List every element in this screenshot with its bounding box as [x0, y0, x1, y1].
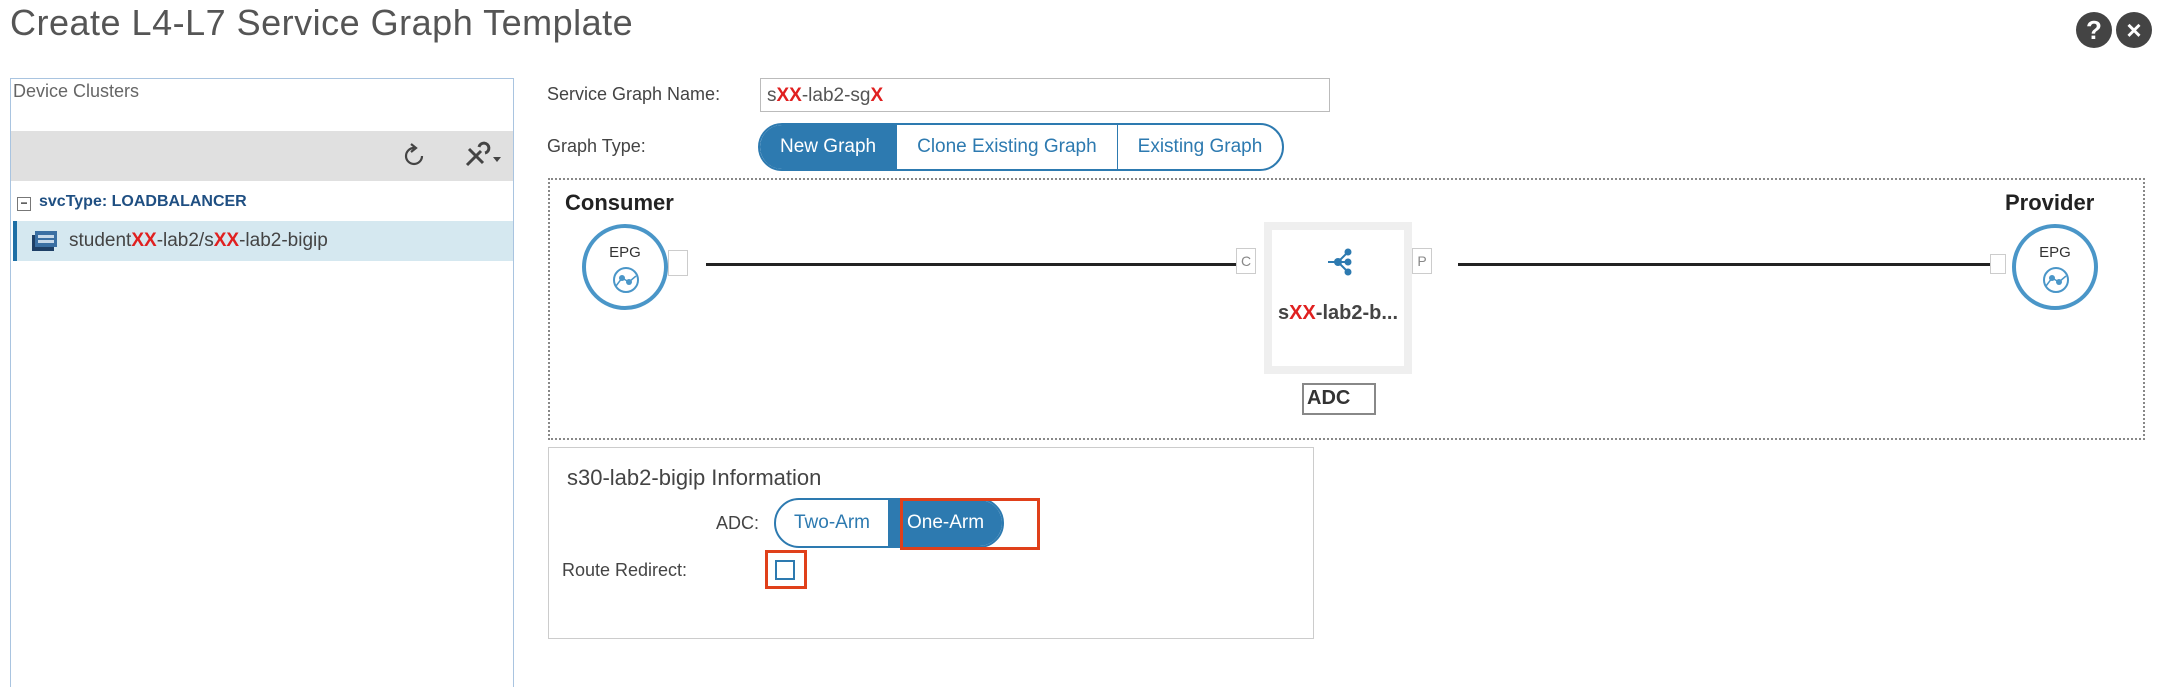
graph-type-existing[interactable]: Existing Graph	[1116, 125, 1283, 169]
provider-epg-port	[1990, 254, 2006, 274]
device-clusters-title: Device Clusters	[13, 81, 140, 101]
device-clusters-toolbar	[11, 131, 513, 181]
graph-type-clone[interactable]: Clone Existing Graph	[896, 125, 1117, 169]
refresh-icon[interactable]	[397, 139, 431, 173]
adc-two-arm[interactable]: Two-Arm	[776, 500, 888, 546]
port-c: C	[1236, 248, 1256, 274]
provider-label: Provider	[2005, 190, 2095, 215]
one-arm-highlight	[900, 498, 1040, 550]
service-node-adc[interactable]: sXX-lab2-b...	[1264, 222, 1412, 374]
consumer-connector-line[interactable]	[706, 263, 1236, 266]
consumer-epg-port	[668, 250, 688, 276]
consumer-epg[interactable]: EPG	[582, 224, 668, 310]
service-node-icon	[1328, 248, 1352, 276]
epg-icon	[2043, 267, 2069, 293]
cluster-label: studentXX-lab2/sXX-lab2-bigip	[69, 230, 328, 251]
group-svctype-loadbalancer[interactable]: − svcType: LOADBALANCER	[11, 191, 513, 217]
epg-label: EPG	[609, 244, 641, 261]
info-title: s30-lab2-bigip Information	[567, 465, 822, 490]
route-redirect-highlight	[765, 550, 807, 589]
device-cluster-icon	[29, 229, 59, 255]
device-clusters-panel: Device Clusters − svcType: LOADBALANCER …	[10, 78, 514, 687]
tools-dropdown-icon[interactable]	[459, 139, 507, 173]
help-icon[interactable]: ?	[2076, 12, 2112, 48]
collapse-toggle-icon[interactable]: −	[17, 197, 31, 211]
service-graph-name-label: Service Graph Name:	[547, 84, 721, 104]
close-icon[interactable]: ×	[2116, 12, 2152, 48]
consumer-label: Consumer	[565, 190, 674, 215]
service-node-label: sXX-lab2-b...	[1277, 302, 1399, 324]
group-label: svcType: LOADBALANCER	[39, 193, 247, 210]
adc-label: ADC:	[716, 513, 760, 533]
epg-icon	[613, 267, 639, 293]
dialog-title: Create L4-L7 Service Graph Template	[10, 2, 634, 43]
service-graph-name-input[interactable]: sXX-lab2-sgX	[760, 78, 1330, 112]
cluster-item[interactable]: studentXX-lab2/sXX-lab2-bigip	[13, 221, 513, 261]
graph-type-label: Graph Type:	[547, 136, 646, 156]
service-node-body: sXX-lab2-b...	[1272, 230, 1404, 366]
provider-connector-line[interactable]	[1458, 263, 1990, 266]
node-function-input[interactable]: ADC	[1302, 383, 1376, 415]
port-p: P	[1412, 248, 1432, 274]
provider-epg[interactable]: EPG	[2012, 224, 2098, 310]
graph-type-selector: New Graph Clone Existing Graph Existing …	[758, 123, 1285, 171]
epg-label: EPG	[2039, 244, 2071, 261]
route-redirect-label: Route Redirect:	[562, 560, 688, 580]
graph-type-new[interactable]: New Graph	[760, 125, 897, 169]
